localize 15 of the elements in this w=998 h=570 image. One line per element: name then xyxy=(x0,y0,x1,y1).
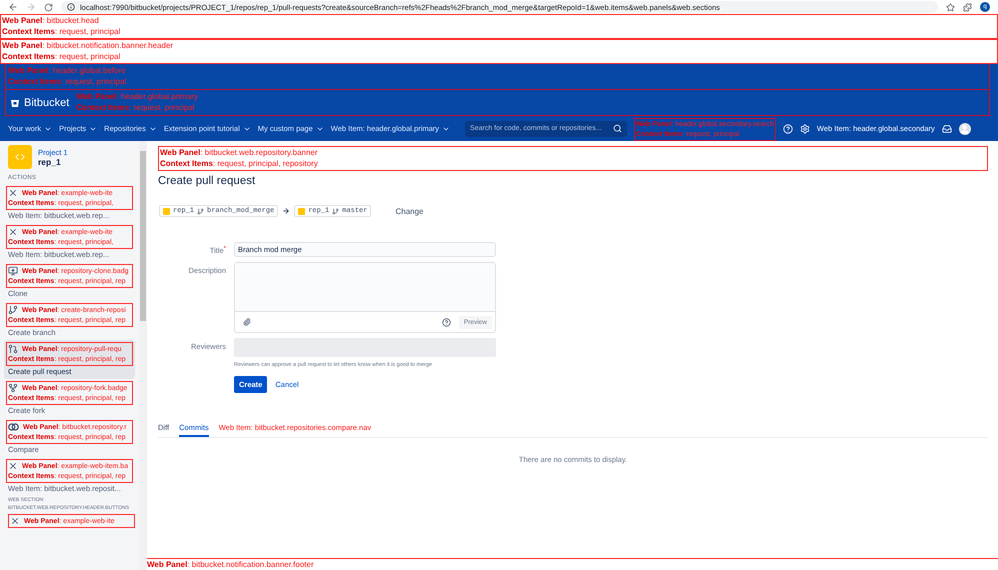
context-items-label: Context Items: request, principal xyxy=(2,27,122,37)
change-button[interactable]: Change xyxy=(389,206,430,216)
web-panel-label: Web Panel: bitbucket.notification.banner.footer xyxy=(147,560,315,570)
repository-name: rep_1 xyxy=(38,156,62,166)
web-panel-label: Web Panel: bitbucket.notification.banner.header xyxy=(2,41,174,51)
web-panel-label: Web Panel: header.global.primary xyxy=(76,92,198,102)
page-title: Create pull request xyxy=(158,175,256,187)
web-panel-label: Web Panel: bitbucket.head xyxy=(2,16,99,26)
context-items-label: Context Items: request, principal xyxy=(2,52,122,62)
web-panel-label: Web Panel: header.global.before xyxy=(8,66,126,76)
context-items-label: Context Items: request, principal xyxy=(76,103,196,113)
logo-text: Bitbucket xyxy=(24,96,70,108)
web-panel-label: Web Panel: bitbucket.web.repository.banner xyxy=(160,148,318,158)
context-items-label: Context Items: request, principal, repository xyxy=(160,159,319,169)
context-items-label: Context Items: request, principal xyxy=(8,77,128,87)
